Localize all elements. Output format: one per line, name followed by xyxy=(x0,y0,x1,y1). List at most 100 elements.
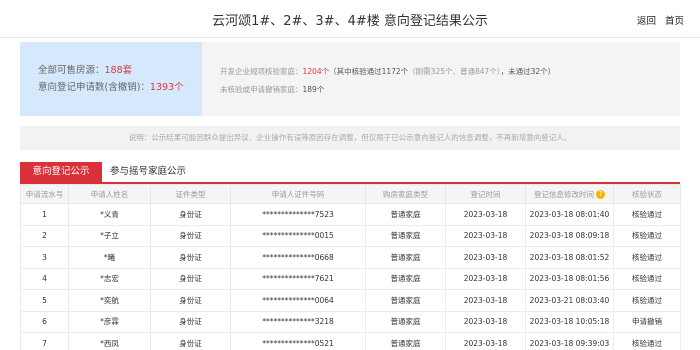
serial-cell: 4 xyxy=(20,267,69,290)
column-header: 证件类型 xyxy=(150,184,231,204)
column-header: 申请流水号 xyxy=(20,184,69,204)
verify-status-cell: 核验通过 xyxy=(613,203,681,226)
verify-status-cell: 核验通过 xyxy=(613,332,681,350)
summary-totals: 全部可售房源：188套 意向登记申请数(含撤销)：1393个 xyxy=(20,42,202,116)
id-type-cell: 身份证 xyxy=(150,289,231,312)
available-units-label: 全部可售房源： xyxy=(38,65,105,76)
modified-time-cell: 2023-03-18 08:01:40 xyxy=(525,203,614,226)
serial-cell: 5 xyxy=(20,289,69,312)
id-type-cell: 身份证 xyxy=(150,246,231,269)
family-type-cell: 普通家庭 xyxy=(365,289,446,312)
column-header: 申请人姓名 xyxy=(68,184,151,204)
id-type-cell: 身份证 xyxy=(150,203,231,226)
help-icon[interactable]: ? xyxy=(596,190,605,199)
serial-cell: 2 xyxy=(20,224,69,247)
available-units-value: 188套 xyxy=(104,65,133,76)
serial-cell: 3 xyxy=(20,246,69,269)
verify-status-cell: 核验通过 xyxy=(613,246,681,269)
application-count-label: 意向登记申请数(含撤销)： xyxy=(38,82,150,93)
modified-time-cell: 2023-03-18 08:09:18 xyxy=(525,224,614,247)
unverified-value: 189个 xyxy=(302,85,325,94)
column-header-modified-time: 登记信息修改时间? xyxy=(525,184,614,204)
applicant-name-cell: *志宏 xyxy=(68,267,151,290)
register-date-cell: 2023-03-18 xyxy=(445,246,526,269)
column-header: 申请人证件号码 xyxy=(230,184,366,204)
verified-detail-fail: ，未通过32个） xyxy=(500,67,556,76)
id-number-cell: **************0064 xyxy=(230,289,366,312)
modified-time-cell: 2023-03-18 09:39:03 xyxy=(525,332,614,350)
family-type-cell: 普通家庭 xyxy=(365,310,446,333)
id-number-cell: **************7621 xyxy=(230,267,366,290)
page-header: 云河颂1#、2#、3#、4#楼 意向登记结果公示 返回 首页 xyxy=(0,0,700,38)
applicant-name-cell: *彦霖 xyxy=(68,310,151,333)
verified-detail-sub: （刚需325个、普通847个） xyxy=(408,67,501,76)
summary-verification: 开发企业规项核验家庭：1204个（其中核验通过1172个（刚需325个、普通84… xyxy=(202,42,680,116)
register-date-cell: 2023-03-18 xyxy=(445,310,526,333)
applicant-name-cell: *义青 xyxy=(68,203,151,226)
header-links: 返回 首页 xyxy=(631,13,684,27)
verified-line: 开发企业规项核验家庭：1204个（其中核验通过1172个（刚需325个、普通84… xyxy=(220,63,680,81)
serial-cell: 1 xyxy=(20,203,69,226)
family-type-cell: 普通家庭 xyxy=(365,267,446,290)
modified-time-cell: 2023-03-21 08:03:40 xyxy=(525,289,614,312)
available-units: 全部可售房源：188套 xyxy=(38,62,202,79)
verify-status-cell: 核验通过 xyxy=(613,224,681,247)
application-count: 意向登记申请数(含撤销)：1393个 xyxy=(38,79,202,96)
unverified-label: 未核验或申请撤销家庭： xyxy=(220,85,303,94)
id-number-cell: **************0521 xyxy=(230,332,366,350)
id-type-cell: 身份证 xyxy=(150,224,231,247)
table-header-row: 申请流水号 申请人姓名 证件类型 申请人证件号码 购房家庭类型 登记时间 登记信… xyxy=(20,184,681,204)
table-body: 1 *义青 身份证 **************7523 普通家庭 2023-03-18 2… xyxy=(20,203,681,350)
back-link[interactable]: 返回 xyxy=(637,16,656,27)
table-row: 3 *曦 身份证 **************0668 普通家庭 2023-03-18 20… xyxy=(20,246,681,269)
family-type-cell: 普通家庭 xyxy=(365,224,446,247)
verify-status-cell: 申请撤销 xyxy=(613,310,681,333)
notice-text: 说明：公示结果可能因群众提出异议、企业操作有误等原因存在调整，但仅限于已公示意向… xyxy=(20,126,680,150)
applicant-name-cell: *曦 xyxy=(68,246,151,269)
verified-detail-open: （其中核验通过1172个 xyxy=(329,67,409,76)
modified-time-cell: 2023-03-18 08:01:52 xyxy=(525,246,614,269)
unverified-line: 未核验或申请撤销家庭：189个 xyxy=(220,81,680,99)
modified-time-cell: 2023-03-18 10:05:18 xyxy=(525,310,614,333)
table-row: 4 *志宏 身份证 **************7621 普通家庭 2023-03-18 2… xyxy=(20,267,681,290)
family-type-cell: 普通家庭 xyxy=(365,332,446,350)
id-number-cell: **************0015 xyxy=(230,224,366,247)
column-header: 核验状态 xyxy=(613,184,681,204)
family-type-cell: 普通家庭 xyxy=(365,246,446,269)
register-date-cell: 2023-03-18 xyxy=(445,289,526,312)
tab-lottery-families[interactable]: 参与摇号家庭公示 xyxy=(110,162,186,182)
table-row: 1 *义青 身份证 **************7523 普通家庭 2023-03-18 2… xyxy=(20,203,681,226)
table-row: 2 *子立 身份证 **************0015 普通家庭 2023-03-18 2… xyxy=(20,224,681,247)
verify-status-cell: 核验通过 xyxy=(613,267,681,290)
table-row: 6 *彦霖 身份证 **************3218 普通家庭 2023-03-18 2… xyxy=(20,310,681,333)
tab-intent-registration[interactable]: 意向登记公示 xyxy=(20,162,102,182)
column-header: 登记时间 xyxy=(445,184,526,204)
id-number-cell: **************7523 xyxy=(230,203,366,226)
register-date-cell: 2023-03-18 xyxy=(445,267,526,290)
id-number-cell: **************0668 xyxy=(230,246,366,269)
summary-panel: 全部可售房源：188套 意向登记申请数(含撤销)：1393个 开发企业规项核验家… xyxy=(20,42,680,116)
register-date-cell: 2023-03-18 xyxy=(445,203,526,226)
table-row: 7 *西凤 身份证 **************0521 普通家庭 2023-03-18 2… xyxy=(20,332,681,350)
column-header-label: 登记信息修改时间 xyxy=(534,189,594,199)
applicant-name-cell: *奕航 xyxy=(68,289,151,312)
table-row: 5 *奕航 身份证 **************0064 普通家庭 2023-03-18 2… xyxy=(20,289,681,312)
id-type-cell: 身份证 xyxy=(150,310,231,333)
register-date-cell: 2023-03-18 xyxy=(445,332,526,350)
serial-cell: 6 xyxy=(20,310,69,333)
registration-table: 申请流水号 申请人姓名 证件类型 申请人证件号码 购房家庭类型 登记时间 登记信… xyxy=(20,184,681,350)
column-header: 购房家庭类型 xyxy=(365,184,446,204)
applicant-name-cell: *子立 xyxy=(68,224,151,247)
id-number-cell: **************3218 xyxy=(230,310,366,333)
verified-value: 1204个 xyxy=(302,67,330,76)
application-count-value: 1393个 xyxy=(149,82,184,93)
verify-status-cell: 核验通过 xyxy=(613,289,681,312)
verified-label: 开发企业规项核验家庭： xyxy=(220,67,303,76)
serial-cell: 7 xyxy=(20,332,69,350)
tab-bar: 意向登记公示 参与摇号家庭公示 xyxy=(20,162,680,184)
home-link[interactable]: 首页 xyxy=(665,16,684,27)
applicant-name-cell: *西凤 xyxy=(68,332,151,350)
modified-time-cell: 2023-03-18 08:01:56 xyxy=(525,267,614,290)
register-date-cell: 2023-03-18 xyxy=(445,224,526,247)
family-type-cell: 普通家庭 xyxy=(365,203,446,226)
